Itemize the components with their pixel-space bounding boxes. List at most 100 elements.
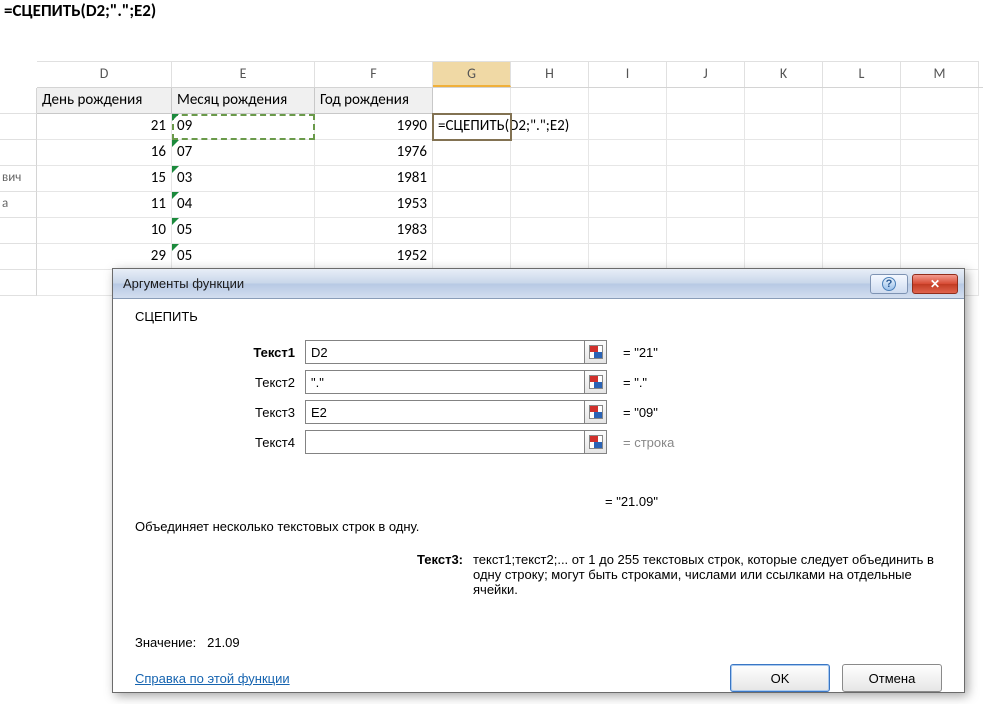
help-button[interactable]: ? [870,274,908,294]
table-header[interactable]: Месяц рождения [172,88,315,114]
cell[interactable] [745,114,823,140]
cell[interactable]: 10 [37,218,172,244]
range-selector-icon [589,435,603,449]
cell[interactable] [823,218,901,244]
cell[interactable] [745,140,823,166]
column-header-J[interactable]: J [667,61,745,87]
cell[interactable] [901,244,979,270]
ok-button[interactable]: OK [730,664,830,692]
column-header-G[interactable]: G [433,61,511,87]
cell[interactable]: 1953 [315,192,433,218]
table-header[interactable]: Год рождения [315,88,433,114]
cell[interactable] [511,140,589,166]
cell[interactable] [745,218,823,244]
argument-input[interactable] [305,430,585,454]
cell[interactable]: =СЦЕПИТЬ(D2;".";E2) [433,114,511,140]
cell[interactable] [433,166,511,192]
cell[interactable]: 1990 [315,114,433,140]
formula-bar[interactable]: =СЦЕПИТЬ(D2;".";E2) [0,0,983,21]
cell[interactable] [745,166,823,192]
cell[interactable] [589,140,667,166]
cell[interactable] [901,166,979,192]
cell[interactable] [901,192,979,218]
cell[interactable] [823,244,901,270]
cell[interactable] [589,192,667,218]
cell[interactable] [667,88,745,114]
range-selector-button[interactable] [585,370,607,394]
cell[interactable] [511,218,589,244]
cell[interactable] [511,244,589,270]
cell[interactable] [745,192,823,218]
argument-help-text: текст1;текст2;... от 1 до 255 текстовых … [473,552,942,597]
cell[interactable] [433,192,511,218]
cell[interactable]: 29 [37,244,172,270]
cell[interactable] [823,140,901,166]
row-gutter [0,244,37,270]
argument-row: Текст3= "09" [135,400,942,424]
column-header-E[interactable]: E [172,61,315,87]
cell[interactable]: 05 [172,218,315,244]
cell[interactable] [901,140,979,166]
cell[interactable] [589,114,667,140]
cell[interactable] [589,166,667,192]
close-icon: ✕ [930,277,940,291]
cell[interactable] [667,192,745,218]
cell[interactable]: 07 [172,140,315,166]
argument-input[interactable] [305,400,585,424]
cell[interactable]: 15 [37,166,172,192]
cell[interactable]: 1983 [315,218,433,244]
cell[interactable] [667,166,745,192]
close-button[interactable]: ✕ [912,274,958,294]
cancel-button[interactable]: Отмена [842,664,942,692]
cell[interactable] [667,244,745,270]
column-header-K[interactable]: K [745,61,823,87]
column-header-H[interactable]: H [511,61,589,87]
cell[interactable]: 16 [37,140,172,166]
cell[interactable] [823,88,901,114]
cell[interactable] [823,166,901,192]
cell[interactable] [433,218,511,244]
range-selector-button[interactable] [585,430,607,454]
cell[interactable]: 11 [37,192,172,218]
cell[interactable] [823,192,901,218]
cell[interactable] [511,88,589,114]
cell[interactable] [667,218,745,244]
cell[interactable] [667,140,745,166]
cell[interactable] [511,192,589,218]
cell[interactable] [745,244,823,270]
cell[interactable] [901,88,979,114]
argument-label: Текст4 [135,435,305,450]
cell[interactable] [901,114,979,140]
cell[interactable]: 03 [172,166,315,192]
cell[interactable]: 09 [172,114,315,140]
range-selector-button[interactable] [585,340,607,364]
column-header-I[interactable]: I [589,61,667,87]
dialog-titlebar[interactable]: Аргументы функции ? ✕ [113,269,964,299]
cell[interactable] [511,166,589,192]
cell[interactable]: 04 [172,192,315,218]
column-header-D[interactable]: D [37,61,172,87]
cell[interactable] [823,114,901,140]
cell[interactable]: 05 [172,244,315,270]
cell[interactable]: 1976 [315,140,433,166]
cell[interactable] [433,88,511,114]
cell[interactable] [433,140,511,166]
cell[interactable] [745,88,823,114]
help-link[interactable]: Справка по этой функции [135,671,290,686]
cell[interactable] [901,218,979,244]
cell[interactable] [589,88,667,114]
cell[interactable] [589,244,667,270]
cell[interactable]: 1981 [315,166,433,192]
range-selector-button[interactable] [585,400,607,424]
argument-input[interactable] [305,370,585,394]
cell[interactable]: 21 [37,114,172,140]
argument-input[interactable] [305,340,585,364]
column-header-F[interactable]: F [315,61,433,87]
column-header-M[interactable]: M [901,61,979,87]
column-header-L[interactable]: L [823,61,901,87]
cell[interactable] [667,114,745,140]
cell[interactable] [589,218,667,244]
table-header[interactable]: День рождения [37,88,172,114]
cell[interactable] [433,244,511,270]
cell[interactable]: 1952 [315,244,433,270]
